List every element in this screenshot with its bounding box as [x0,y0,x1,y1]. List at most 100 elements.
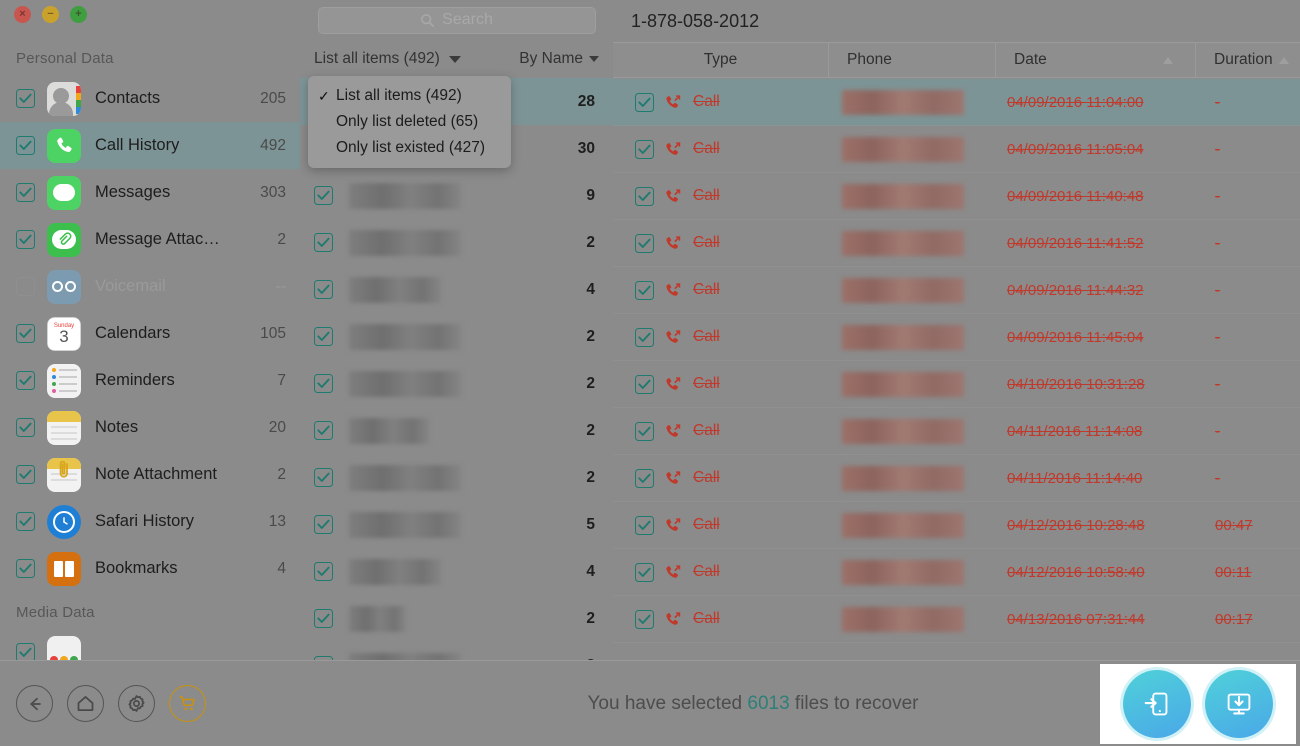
list-item[interactable]: 4 [300,548,613,595]
filter-dropdown-button[interactable]: List all items (492) [314,50,461,68]
menu-item-only-list-existed-427[interactable]: Only list existed (427) [308,135,511,161]
table-row[interactable]: Call 04/12/2016 10:28:48 00:47 [613,502,1300,549]
search-placeholder: Search [442,11,493,28]
table-row[interactable]: Call 04/09/2016 11:05:04 - [613,126,1300,173]
call-type-label: Call [693,610,720,627]
sidebar-item-count: 303 [260,183,286,201]
sidebar-item-checkbox[interactable] [16,230,35,249]
column-header-type[interactable]: Type [613,43,828,77]
sort-dropdown-button[interactable]: By Name [519,50,599,68]
row-checkbox[interactable] [635,468,654,488]
list-item[interactable]: 2 [300,642,613,660]
list-item[interactable]: 2 [300,313,613,360]
row-checkbox[interactable] [635,374,654,394]
list-item-checkbox[interactable] [314,186,333,205]
row-checkbox[interactable] [635,186,654,206]
recover-to-device-button[interactable] [1123,670,1191,738]
sidebar-item-checkbox[interactable] [16,465,35,484]
maximize-window-icon[interactable]: + [70,6,87,23]
row-checkbox[interactable] [635,280,654,300]
sidebar-item-checkbox[interactable] [16,643,35,660]
list-item-checkbox[interactable] [314,421,333,440]
list-item-checkbox[interactable] [314,233,333,252]
list-item[interactable]: 2 [300,407,613,454]
table-row[interactable]: Call 04/09/2016 11:45:04 - [613,314,1300,361]
table-row[interactable]: Call 04/13/2016 07:31:44 00:17 [613,596,1300,643]
home-button[interactable] [67,685,104,722]
list-item[interactable]: 2 [300,219,613,266]
list-item-checkbox[interactable] [314,609,333,628]
sidebar-item-checkbox[interactable] [16,418,35,437]
cart-button[interactable] [169,685,206,722]
sidebar-item-checkbox[interactable] [16,277,35,296]
sidebar-item-checkbox[interactable] [16,136,35,155]
table-row[interactable]: Call 04/09/2016 11:40:48 - [613,173,1300,220]
search-input[interactable]: Search [317,6,596,34]
sidebar-item-label: Bookmarks [95,559,178,577]
row-checkbox[interactable] [635,421,654,441]
column-header-duration[interactable]: Duration [1195,43,1300,77]
sidebar-item-contacts[interactable]: Contacts 205 [0,75,300,122]
sidebar-item-safari-history[interactable]: Safari History 13 [0,498,300,545]
list-item[interactable]: 9 [300,172,613,219]
sidebar-item-bookmarks[interactable]: Bookmarks 4 [0,545,300,592]
sidebar-item-checkbox[interactable] [16,512,35,531]
table-row[interactable]: Call 04/09/2016 11:41:52 - [613,220,1300,267]
row-checkbox[interactable] [635,92,654,112]
sidebar-item-voicemail[interactable]: Voicemail -- [0,263,300,310]
sidebar-item-item[interactable] [0,629,300,660]
row-checkbox[interactable] [635,515,654,535]
sidebar-item-checkbox[interactable] [16,324,35,343]
sidebar-item-note-attachment[interactable]: Note Attachment 2 [0,451,300,498]
table-row[interactable]: Call 04/12/2016 10:58:40 00:11 [613,549,1300,596]
sidebar-item-checkbox[interactable] [16,559,35,578]
sidebar-item-notes[interactable]: Notes 20 [0,404,300,451]
list-item-checkbox[interactable] [314,468,333,487]
sidebar-item-checkbox[interactable] [16,371,35,390]
list-item[interactable]: 2 [300,360,613,407]
list-item[interactable]: 5 [300,501,613,548]
row-checkbox[interactable] [635,327,654,347]
table-row[interactable]: Call 04/09/2016 11:44:32 - [613,267,1300,314]
menu-item-only-list-deleted-65[interactable]: Only list deleted (65) [308,109,511,135]
sidebar-item-reminders[interactable]: Reminders 7 [0,357,300,404]
sidebar-item-calendars[interactable]: Sunday 3 Calendars 105 [0,310,300,357]
back-arrow-button[interactable] [16,685,53,722]
settings-button[interactable] [118,685,155,722]
minimize-window-icon[interactable]: − [42,6,59,23]
sidebar-item-checkbox[interactable] [16,89,35,108]
sidebar-item-call-history[interactable]: Call History 492 [0,122,300,169]
menu-item-list-all-items-492[interactable]: ✓ List all items (492) [308,83,511,109]
photos-icon [47,635,81,660]
filter-dropdown-menu[interactable]: ✓ List all items (492) Only list deleted (… [308,76,511,168]
row-checkbox[interactable] [635,609,654,629]
table-row[interactable]: Call 04/10/2016 10:31:28 - [613,361,1300,408]
cell-phone [828,408,995,454]
table-row[interactable]: Call 04/11/2016 11:14:08 - [613,408,1300,455]
sidebar-item-messages[interactable]: Messages 303 [0,169,300,216]
table-body[interactable]: Call 04/09/2016 11:04:00 - Call 04/09/2016 1… [613,79,1300,660]
row-checkbox[interactable] [635,562,654,582]
list-item-checkbox[interactable] [314,515,333,534]
sidebar-item-message-attac[interactable]: Message Attac… 2 [0,216,300,263]
list-item-checkbox[interactable] [314,374,333,393]
list-item-checkbox[interactable] [314,562,333,581]
table-row[interactable]: Call 04/11/2016 11:14:40 - [613,455,1300,502]
list-item[interactable]: 4 [300,266,613,313]
sidebar[interactable]: Personal Data Contacts 205 Call History 492 M… [0,38,300,660]
list-item[interactable]: 2 [300,454,613,501]
table-row[interactable]: Call 04/09/2016 11:04:00 - [613,79,1300,126]
close-window-icon[interactable]: × [14,6,31,23]
menu-item-label: Only list deleted (65) [336,113,479,130]
column-header-phone[interactable]: Phone [828,43,995,77]
row-checkbox[interactable] [635,233,654,253]
list-item[interactable]: 2 [300,595,613,642]
message-attachment-icon [47,222,81,257]
list-item-checkbox[interactable] [314,280,333,299]
sidebar-item-checkbox[interactable] [16,183,35,202]
recover-to-computer-button[interactable] [1205,670,1273,738]
column-header-date[interactable]: Date [995,43,1195,77]
list-item-checkbox[interactable] [314,327,333,346]
row-checkbox[interactable] [635,139,654,159]
check-icon [638,426,651,436]
